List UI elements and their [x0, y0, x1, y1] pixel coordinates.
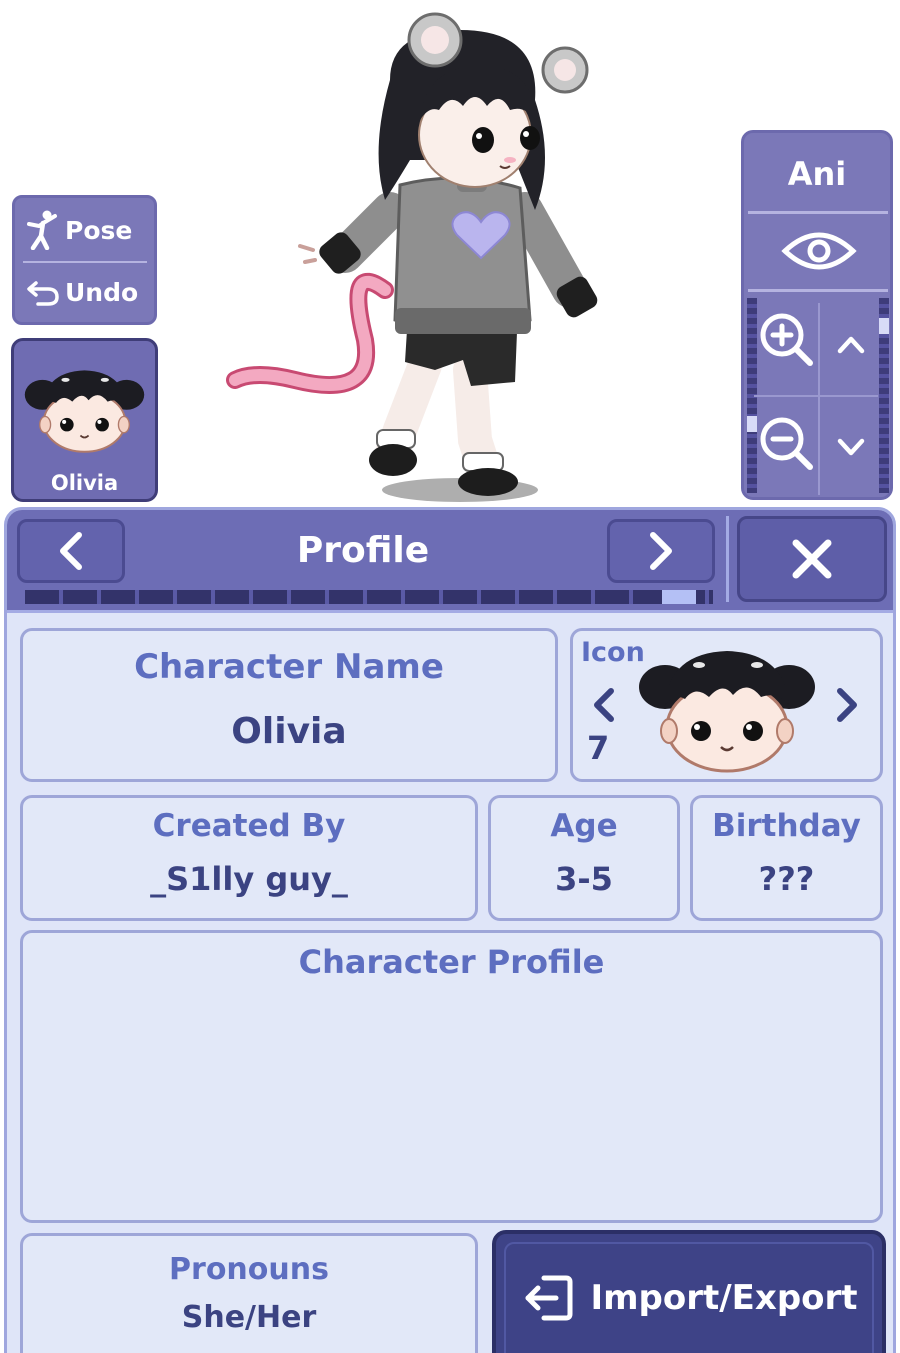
pose-undo-toolbar: Pose Undo — [12, 195, 157, 325]
visibility-toggle-button[interactable] — [779, 223, 859, 279]
close-icon — [792, 539, 832, 579]
import-export-button[interactable]: Import/Export — [492, 1230, 886, 1353]
zoom-in-icon — [760, 313, 813, 366]
right-scrollbar-thumb[interactable] — [879, 318, 889, 334]
pronouns-value: She/Her — [181, 1300, 317, 1335]
panel-title: Profile — [296, 530, 430, 571]
age-value: 3-5 — [555, 860, 613, 898]
tab-progress-bar — [25, 590, 713, 604]
toolbar-divider — [23, 261, 147, 263]
previous-tab-button[interactable] — [17, 519, 125, 583]
header-divider — [726, 516, 729, 602]
pose-label: Pose — [65, 215, 133, 245]
chevron-left-icon — [60, 532, 82, 570]
import-export-label: Import/Export — [590, 1278, 858, 1318]
undo-arrow-icon — [21, 277, 65, 307]
chevron-up-icon — [837, 336, 865, 354]
created-by-value: _S1lly guy_ — [150, 860, 348, 898]
age-label: Age — [550, 808, 618, 844]
chevron-right-icon — [650, 532, 672, 570]
character-name-field[interactable]: Character Name Olivia — [20, 628, 558, 782]
eye-icon — [781, 232, 857, 270]
icon-prev-button[interactable] — [585, 681, 621, 729]
zoom-in-button[interactable] — [756, 309, 818, 371]
tab-progress-indicator — [662, 590, 696, 604]
zoom-out-button[interactable] — [756, 413, 818, 475]
character-profile-label: Character Profile — [298, 943, 605, 981]
panel-header: Profile — [7, 510, 893, 613]
age-field[interactable]: Age 3-5 — [488, 795, 680, 921]
ani-button[interactable]: Ani — [744, 155, 890, 193]
pose-button[interactable]: Pose — [21, 202, 148, 258]
zoom-out-icon — [760, 417, 813, 470]
camera-controls: Ani — [741, 130, 893, 500]
chevron-left-icon — [594, 688, 614, 722]
character-slot-card[interactable]: Olivia — [11, 338, 158, 502]
undo-button[interactable]: Undo — [21, 264, 148, 320]
character-figure[interactable] — [225, 10, 620, 505]
controls-divider — [818, 303, 820, 495]
character-stage[interactable]: Pose Undo Olivia Ani — [0, 0, 900, 510]
pose-figure-icon — [21, 210, 65, 250]
close-button[interactable] — [737, 516, 887, 602]
controls-divider — [754, 395, 878, 397]
chevron-down-icon — [837, 438, 865, 456]
move-up-button[interactable] — [826, 319, 876, 369]
character-slot-name: Olivia — [50, 471, 119, 495]
character-name-value: Olivia — [231, 711, 347, 752]
controls-divider — [748, 289, 888, 292]
controls-divider — [748, 211, 888, 214]
birthday-value: ??? — [758, 860, 815, 898]
chevron-right-icon — [837, 688, 857, 722]
birthday-field[interactable]: Birthday ??? — [690, 795, 883, 921]
created-by-label: Created By — [152, 808, 346, 844]
pronouns-label: Pronouns — [169, 1252, 329, 1287]
icon-number: 7 — [587, 729, 610, 767]
import-icon — [520, 1270, 576, 1326]
birthday-label: Birthday — [712, 808, 861, 844]
next-tab-button[interactable] — [607, 519, 715, 583]
move-down-button[interactable] — [826, 423, 876, 473]
undo-label: Undo — [65, 277, 139, 307]
right-scrollbar[interactable] — [879, 298, 889, 493]
icon-selector: Icon 7 — [570, 628, 883, 782]
character-name-label: Character Name — [134, 647, 444, 687]
icon-preview — [629, 635, 825, 775]
profile-panel: Profile Character Name Olivia Icon 7 Cre… — [4, 507, 896, 1353]
icon-next-button[interactable] — [830, 681, 866, 729]
created-by-field[interactable]: Created By _S1lly guy_ — [20, 795, 478, 921]
pronouns-field[interactable]: Pronouns She/Her — [20, 1233, 478, 1353]
character-avatar — [18, 347, 151, 467]
character-profile-field[interactable]: Character Profile — [20, 930, 883, 1223]
